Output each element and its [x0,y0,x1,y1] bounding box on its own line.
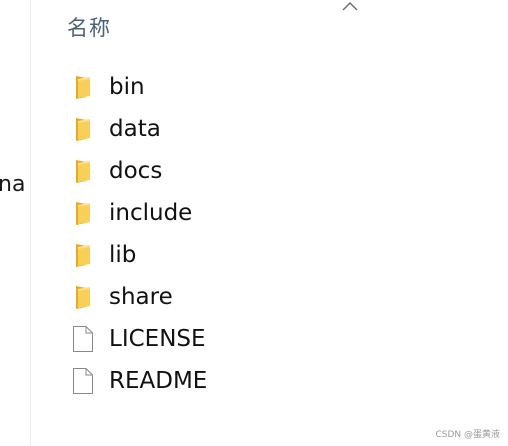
file-list: bin data docs include lib share LICENSE … [70,66,490,402]
file-name: bin [109,74,145,100]
list-item-folder-bin[interactable]: bin [70,66,490,108]
file-name: LICENSE [109,326,206,352]
watermark: CSDN @蛋黄液 [435,430,500,440]
folder-icon [72,199,98,227]
file-explorer-pane: na 名称 bin data docs include lib share LI… [0,0,508,446]
list-item-file-readme[interactable]: README [70,360,490,402]
list-item-folder-include[interactable]: include [70,192,490,234]
list-item-folder-data[interactable]: data [70,108,490,150]
folder-icon [72,115,98,143]
navigation-item-label[interactable]: na [0,172,25,197]
list-item-folder-docs[interactable]: docs [70,150,490,192]
folder-icon [72,157,98,185]
file-name: lib [109,242,137,268]
file-name: README [109,368,208,394]
file-name: data [109,116,161,142]
list-item-file-license[interactable]: LICENSE [70,318,490,360]
file-name: docs [109,158,163,184]
file-name: share [109,284,173,310]
chevron-up-icon[interactable] [341,0,359,12]
folder-icon [72,241,98,269]
list-item-folder-share[interactable]: share [70,276,490,318]
file-name: include [109,200,193,226]
pane-divider[interactable] [30,0,31,446]
folder-icon [72,73,98,101]
folder-icon [72,283,98,311]
document-icon [72,325,98,353]
document-icon [72,367,98,395]
name-column-header[interactable]: 名称 [67,12,111,42]
navigation-pane: na [0,0,30,446]
list-item-folder-lib[interactable]: lib [70,234,490,276]
